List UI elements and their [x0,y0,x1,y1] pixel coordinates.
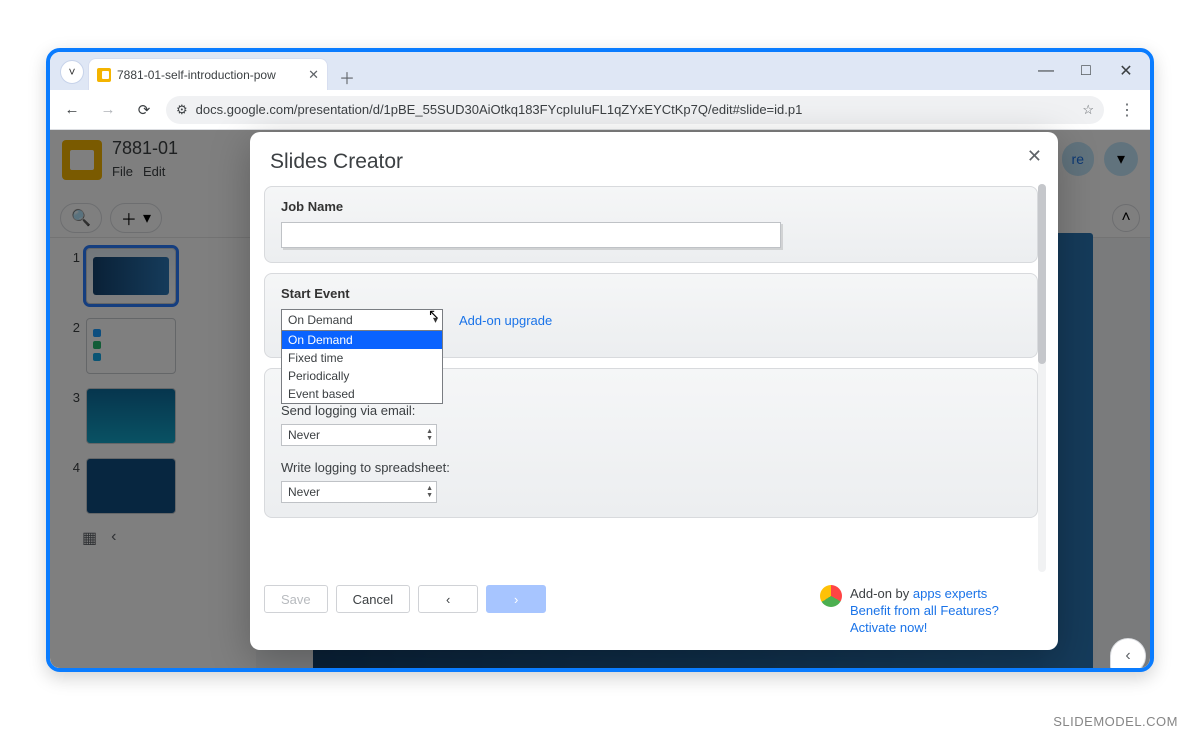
search-icon: 🔍 [71,208,91,228]
slides-favicon-icon [97,68,111,82]
logging-email-select[interactable]: Never ▲▼ [281,424,437,446]
job-name-panel: Job Name [264,186,1038,263]
nav-forward-button[interactable]: → [94,96,122,124]
dialog-close-button[interactable]: ✕ [1027,146,1042,167]
tab-overview-button[interactable]: ˅ [60,60,84,84]
site-info-icon[interactable]: ⚙ [176,102,188,118]
apps-experts-link[interactable]: apps experts [913,586,987,601]
help-bubble-button[interactable]: ‹ [1110,638,1146,672]
browser-tab-active[interactable]: 7881-01-self-introduction-pow ✕ [88,58,328,90]
toolbar-new-slide-button[interactable]: ＋▾ [110,203,162,233]
nav-back-button[interactable]: ← [58,96,86,124]
cancel-button[interactable]: Cancel [336,585,410,613]
slide-thumb-3[interactable]: 3 [68,388,248,444]
slide-thumb-1[interactable]: 1 [68,248,248,304]
dialog-title: Slides Creator [270,150,1038,174]
omnibox[interactable]: ⚙ docs.google.com/presentation/d/1pBE_55… [166,96,1104,124]
start-event-selected: On Demand [288,313,353,327]
dropdown-option[interactable]: Event based [282,385,442,403]
start-event-dropdown: On Demand Fixed time Periodically Event … [281,331,443,404]
caret-down-icon: ▾ [143,208,151,228]
omnibox-url: docs.google.com/presentation/d/1pBE_55SU… [196,102,803,117]
tab-title: 7881-01-self-introduction-pow [117,68,302,82]
chevron-right-icon: › [514,592,518,607]
wizard-prev-button[interactable]: ‹ [418,585,478,613]
plus-icon: ＋ [121,206,137,230]
browser-address-bar: ← → ⟳ ⚙ docs.google.com/presentation/d/1… [50,90,1150,130]
window-minimize-button[interactable]: — [1026,54,1066,88]
tab-close-icon[interactable]: ✕ [308,67,319,83]
wizard-next-button[interactable]: › [486,585,546,613]
dropdown-option[interactable]: Fixed time [282,349,442,367]
toolbar-collapse-button[interactable]: ˄ [1112,204,1140,232]
logging-email-label: Send logging via email: [281,403,1021,418]
stepper-icon: ▲▼ [426,485,433,499]
filmstrip-prev-icon[interactable]: ‹ [111,528,116,548]
watermark: SLIDEMODEL.COM [1053,714,1178,729]
browser-menu-button[interactable]: ⋮ [1112,100,1142,120]
chevron-down-icon: ▾ [433,315,438,326]
slides-logo-icon [62,140,102,180]
benefit-link[interactable]: Benefit from all Features? Activate now! [850,603,999,635]
window-maximize-button[interactable]: □ [1066,54,1106,88]
menu-file[interactable]: File [112,164,133,179]
dropdown-option[interactable]: On Demand [282,331,442,349]
grid-view-icon[interactable]: ▦ [82,528,97,548]
filmstrip: 1 2 3 4 ▦ ‹ [50,238,256,668]
footer-text: Add-on by apps experts Benefit from all … [850,585,1040,636]
share-button[interactable]: re [1062,142,1094,176]
job-name-input[interactable] [281,222,781,248]
chevron-left-icon: ‹ [446,592,450,607]
stepper-icon: ▲▼ [426,428,433,442]
job-name-label: Job Name [281,199,1021,214]
logging-sheet-label: Write logging to spreadsheet: [281,460,1021,475]
slide-thumb-2[interactable]: 2 [68,318,248,374]
addon-upgrade-link[interactable]: Add-on upgrade [459,313,552,328]
toolbar-search-button[interactable]: 🔍 [60,203,102,233]
start-event-select[interactable]: On Demand ▾ ↖ [281,309,443,331]
slide-thumb-4[interactable]: 4 [68,458,248,514]
new-tab-button[interactable]: ＋ [334,64,360,90]
share-caret-button[interactable]: ▾ [1104,142,1138,176]
start-event-panel: Start Event On Demand ▾ ↖ On Demand Fixe… [264,273,1038,358]
apps-experts-logo-icon [820,585,842,607]
nav-reload-button[interactable]: ⟳ [130,96,158,124]
start-event-label: Start Event [281,286,1021,301]
dropdown-option[interactable]: Periodically [282,367,442,385]
menu-edit[interactable]: Edit [143,164,165,179]
logging-sheet-select[interactable]: Never ▲▼ [281,481,437,503]
save-button[interactable]: Save [264,585,328,613]
slides-creator-dialog: Slides Creator ✕ Job Name Start Event On… [250,132,1058,650]
bookmark-star-icon[interactable]: ☆ [1082,102,1094,118]
browser-tabbar: ˅ 7881-01-self-introduction-pow ✕ ＋ — □ … [50,52,1150,90]
window-close-button[interactable]: ✕ [1106,54,1146,88]
chevron-up-icon: ˄ [1121,209,1130,227]
